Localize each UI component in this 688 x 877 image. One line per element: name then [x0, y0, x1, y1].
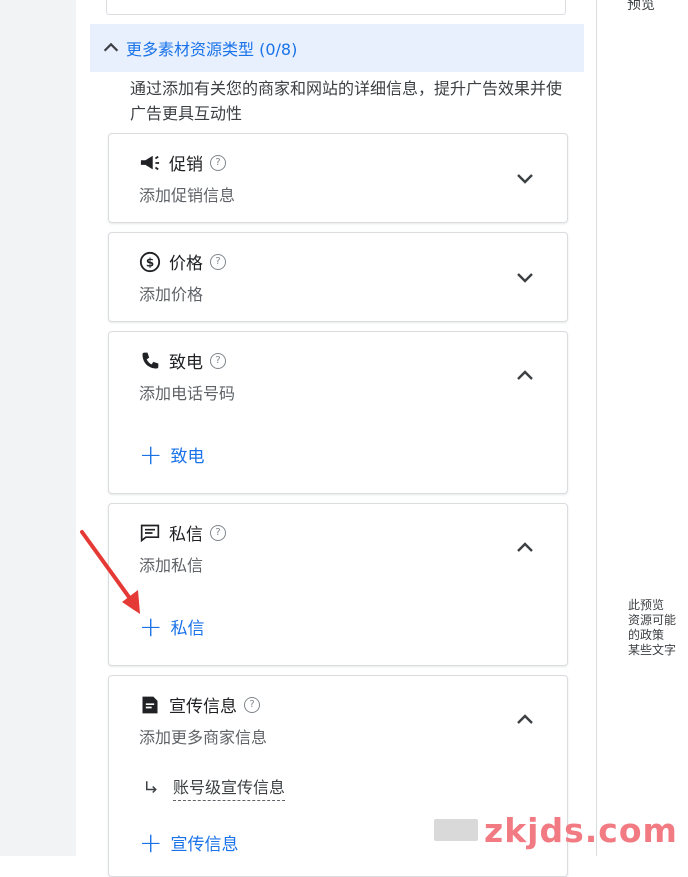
- card-subtitle: 添加更多商家信息: [139, 728, 268, 747]
- preview-note: 此预览 资源可能 的政策 某些文字: [628, 598, 688, 658]
- chevron-down-icon[interactable]: [513, 166, 537, 190]
- card-subtitle: 添加私信: [139, 556, 204, 575]
- card-subtitle: 添加促销信息: [139, 186, 236, 205]
- add-callout-label: 宣传信息: [170, 835, 239, 855]
- chevron-up-icon[interactable]: [513, 708, 537, 732]
- phone-icon: [139, 350, 161, 372]
- assets-panel: 更多素材资源类型 (0/8) 通过添加有关您的商家和网站的详细信息，提升广告效果…: [76, 0, 597, 877]
- note-line: 此预览: [628, 598, 665, 612]
- chevron-down-icon[interactable]: [513, 265, 537, 289]
- add-call-button[interactable]: + 致电: [139, 437, 205, 471]
- add-message-button[interactable]: + 私信: [139, 609, 205, 643]
- svg-text:$: $: [146, 255, 154, 269]
- help-icon[interactable]: ?: [210, 352, 226, 369]
- watermark-logo: [434, 819, 478, 841]
- annotation-arrow: [80, 530, 140, 614]
- left-gutter: [0, 0, 76, 856]
- watermark-text: zkjds.com: [484, 810, 678, 850]
- note-line: 某些文字: [628, 643, 677, 657]
- card-title: 促销: [169, 155, 203, 175]
- preview-area: 预览 此预览 资源可能 的政策 某些文字: [597, 0, 688, 856]
- card-subtitle: 添加价格: [139, 285, 204, 304]
- help-icon[interactable]: ?: [210, 253, 226, 270]
- plus-icon: +: [139, 609, 163, 643]
- message-card[interactable]: 私信 ? 添加私信 + 私信: [108, 503, 568, 666]
- card-title: 致电: [169, 353, 203, 373]
- help-icon[interactable]: ?: [210, 524, 226, 541]
- watermark: zkjds.com: [434, 810, 688, 850]
- card-subtitle: 添加电话号码: [139, 384, 236, 403]
- note-line: 资源可能: [628, 613, 677, 627]
- plus-icon: +: [139, 437, 163, 471]
- plus-icon: +: [139, 825, 163, 859]
- subdirectory-arrow-icon: [146, 780, 157, 793]
- card-title: 私信: [169, 525, 203, 545]
- previous-card-edge: [106, 0, 566, 15]
- card-title: 价格: [169, 254, 203, 274]
- help-icon[interactable]: ?: [210, 154, 226, 171]
- help-icon[interactable]: ?: [244, 696, 260, 713]
- chevron-up-icon: [103, 42, 119, 52]
- section-description: 通过添加有关您的商家和网站的详细信息，提升广告效果并使广告更具互动性: [130, 79, 563, 123]
- add-message-label: 私信: [170, 619, 205, 639]
- section-title: 更多素材资源类型 (0/8): [126, 40, 298, 59]
- megaphone-icon: [139, 152, 161, 174]
- call-card[interactable]: 致电 ? 添加电话号码 + 致电: [108, 331, 568, 494]
- card-title: 宣传信息: [169, 697, 237, 717]
- price-card[interactable]: $ 价格 ? 添加价格: [108, 232, 568, 322]
- more-asset-types-header[interactable]: 更多素材资源类型 (0/8): [90, 24, 584, 72]
- callout-icon: [139, 694, 161, 716]
- note-line: 的政策: [628, 628, 665, 642]
- price-icon: $: [139, 251, 161, 273]
- preview-title: 预览: [627, 0, 655, 13]
- account-level-callout-link[interactable]: 账号级宣传信息: [143, 774, 286, 801]
- chevron-up-icon[interactable]: [513, 536, 537, 560]
- promotion-card[interactable]: 促销 ? 添加促销信息: [108, 133, 568, 223]
- account-level-callout-label: 账号级宣传信息: [173, 774, 286, 801]
- add-call-label: 致电: [170, 447, 205, 467]
- add-callout-button[interactable]: + 宣传信息: [139, 825, 239, 859]
- chevron-up-icon[interactable]: [513, 364, 537, 388]
